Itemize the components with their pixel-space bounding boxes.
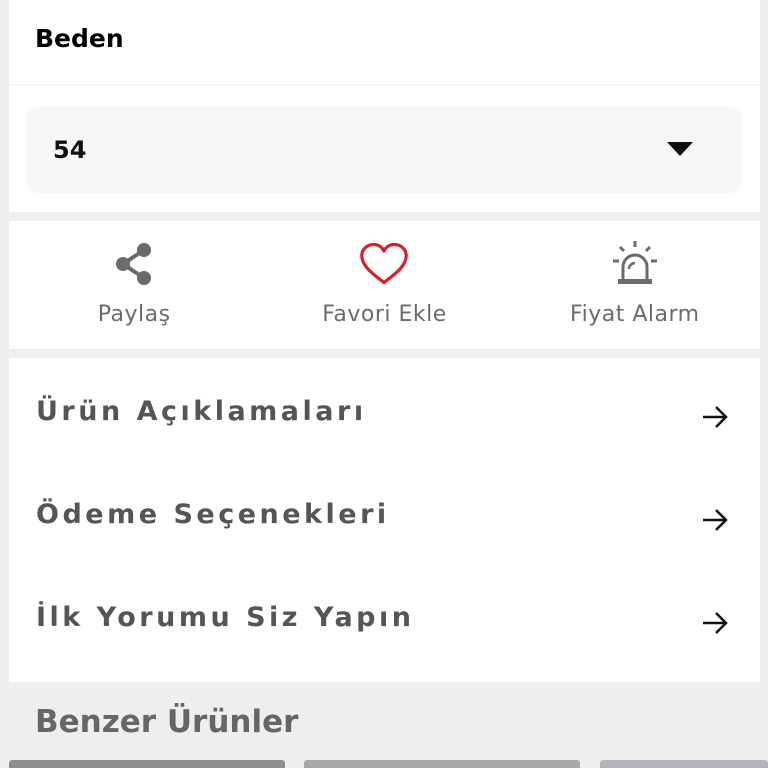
menu-item-product-descriptions[interactable]: Ürün Açıklamaları bbox=[9, 358, 760, 461]
price-alarm-label: Fiyat Alarm bbox=[570, 302, 700, 327]
menu-item-label: Ürün Açıklamaları bbox=[36, 396, 367, 427]
size-dropdown[interactable]: 54 bbox=[27, 107, 741, 193]
product-thumbnail[interactable] bbox=[304, 760, 580, 768]
size-title: Beden bbox=[35, 24, 124, 53]
product-thumbnail[interactable] bbox=[600, 760, 768, 768]
arrow-right-icon bbox=[700, 402, 730, 432]
actions-card: Paylaş Favori Ekle Fiyat Alarm bbox=[9, 221, 760, 349]
arrow-right-icon bbox=[700, 608, 730, 638]
menu-item-label: Ödeme Seçenekleri bbox=[36, 499, 390, 530]
heart-outline-icon bbox=[359, 239, 409, 289]
size-selected-value: 54 bbox=[53, 136, 87, 164]
arrow-right-icon bbox=[700, 505, 730, 535]
product-thumbnail[interactable] bbox=[9, 760, 285, 768]
price-alarm-button[interactable]: Fiyat Alarm bbox=[510, 221, 760, 349]
menu-item-payment-options[interactable]: Ödeme Seçenekleri bbox=[9, 461, 760, 564]
share-label: Paylaş bbox=[97, 302, 171, 327]
add-favorite-label: Favori Ekle bbox=[322, 302, 447, 327]
similar-products-title: Benzer Ürünler bbox=[35, 704, 299, 740]
add-favorite-button[interactable]: Favori Ekle bbox=[259, 221, 509, 349]
share-icon bbox=[109, 239, 159, 289]
alarm-siren-icon bbox=[610, 239, 660, 289]
size-card: Beden 54 bbox=[9, 0, 760, 212]
divider bbox=[9, 84, 760, 85]
menu-card: Ürün Açıklamaları Ödeme Seçenekleri İlk … bbox=[9, 358, 760, 682]
caret-down-icon bbox=[667, 142, 693, 156]
menu-item-first-review[interactable]: İlk Yorumu Siz Yapın bbox=[9, 564, 760, 667]
share-button[interactable]: Paylaş bbox=[9, 221, 259, 349]
menu-item-label: İlk Yorumu Siz Yapın bbox=[36, 602, 415, 633]
